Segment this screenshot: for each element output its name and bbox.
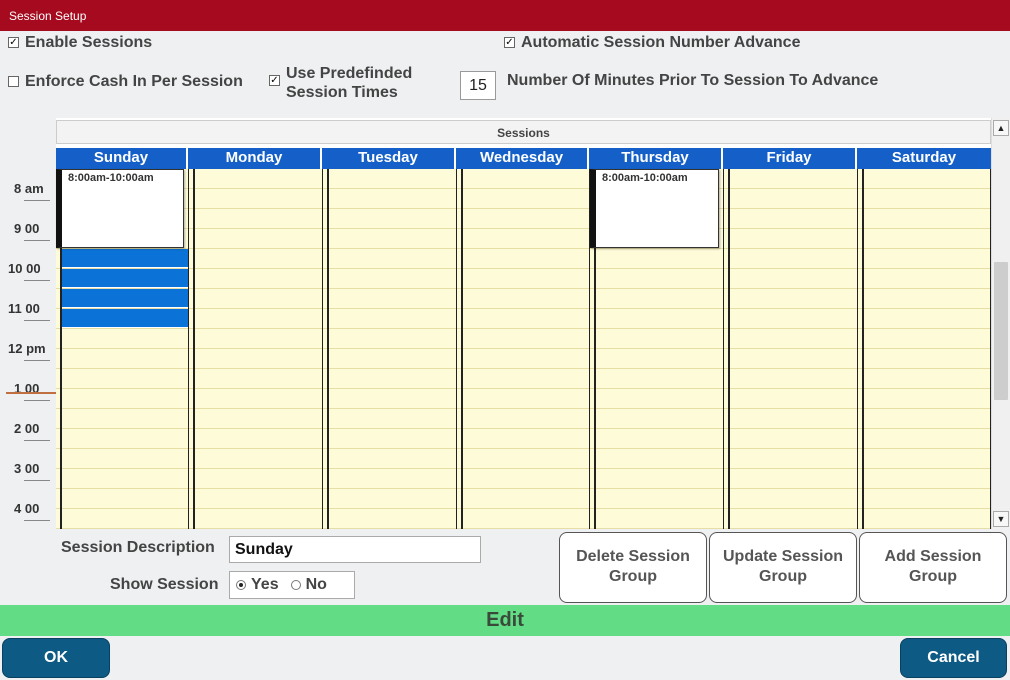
minutes-prior-input[interactable]: 15 (460, 71, 496, 100)
time-slot: 4 00 (0, 489, 56, 529)
show-session-yes-radio[interactable]: Yes (236, 576, 279, 594)
enforce-cash-label: Enforce Cash In Per Session (25, 73, 243, 90)
day-header-monday[interactable]: Monday (188, 148, 322, 169)
yes-label: Yes (251, 576, 279, 593)
time-hour: 12 (8, 341, 23, 356)
time-hour: 8 (14, 181, 22, 196)
day-header-wednesday[interactable]: Wednesday (456, 148, 589, 169)
day-header-friday[interactable]: Friday (723, 148, 857, 169)
selected-slot[interactable] (62, 269, 188, 288)
button-label-line1: Delete Session (576, 548, 690, 565)
scroll-up-icon[interactable]: ▲ (993, 120, 1009, 136)
time-hour: 2 (14, 421, 22, 436)
button-label-line2: Group (759, 568, 807, 585)
time-suffix: 00 (24, 221, 40, 236)
selected-slot[interactable] (62, 309, 188, 328)
footer (0, 636, 1010, 680)
minutes-prior-label: Number Of Minutes Prior To Session To Ad… (507, 72, 879, 89)
show-session-label: Show Session (110, 576, 219, 593)
selected-slot[interactable] (62, 249, 188, 268)
predefined-times-label-line2: Session Times (286, 84, 398, 101)
time-slot: 9 00 (0, 209, 56, 249)
enforce-cash-checkbox[interactable]: Enforce Cash In Per Session (8, 72, 243, 91)
session-description-label: Session Description (61, 539, 215, 556)
session-description-input[interactable]: Sunday (229, 536, 481, 563)
radio-selected-icon (236, 580, 246, 590)
cancel-button[interactable]: Cancel (900, 638, 1007, 678)
auto-advance-label: Automatic Session Number Advance (521, 34, 801, 51)
day-header-thursday[interactable]: Thursday (589, 148, 723, 169)
time-hour: 10 (8, 261, 23, 276)
time-suffix: am (24, 181, 44, 196)
day-column-friday[interactable] (728, 169, 858, 529)
time-hour: 9 (14, 221, 22, 236)
delete-session-group-button[interactable]: Delete Session Group (559, 532, 707, 603)
time-hour: 3 (14, 461, 22, 476)
session-event-sunday[interactable]: 8:00am-10:00am (56, 169, 184, 248)
time-suffix: pm (26, 341, 46, 356)
day-column-monday[interactable] (193, 169, 323, 529)
add-session-group-button[interactable]: Add Session Group (859, 532, 1007, 603)
time-hour: 11 (8, 301, 22, 316)
time-suffix: 00 (26, 261, 41, 276)
checkbox-empty-icon (8, 76, 19, 87)
day-header-row: Sunday Monday Tuesday Wednesday Thursday… (56, 148, 991, 169)
time-slot: 8 am (0, 169, 56, 209)
check-icon: ✓ (269, 75, 280, 86)
time-suffix: 00 (25, 301, 40, 316)
time-suffix: 00 (24, 461, 40, 476)
radio-empty-icon (290, 580, 301, 590)
predefined-times-checkbox[interactable]: ✓ Use Predefinded Session Times (269, 64, 412, 102)
scroll-down-icon[interactable]: ▼ (993, 511, 1009, 527)
check-icon: ✓ (8, 37, 19, 48)
day-column-wednesday[interactable] (461, 169, 590, 529)
time-suffix: 00 (24, 421, 40, 436)
no-label: No (305, 576, 327, 593)
ok-button[interactable]: OK (2, 638, 110, 678)
time-slot: 11 00 (0, 289, 56, 329)
calendar-grid[interactable]: 8:00am-10:00am 8:00am-10:00am (56, 169, 991, 529)
time-slot: 3 00 (0, 449, 56, 489)
time-slot: 1 00 (0, 369, 56, 409)
enable-sessions-checkbox[interactable]: ✓ Enable Sessions (8, 33, 152, 52)
time-gutter: 8 am 9 00 10 00 11 00 12 pm 1 00 2 00 3 … (0, 118, 56, 529)
button-label-line1: Add Session (884, 548, 982, 565)
session-calendar: 8 am 9 00 10 00 11 00 12 pm 1 00 2 00 3 … (0, 118, 1010, 529)
time-suffix: 00 (24, 501, 40, 516)
current-time-indicator (6, 392, 56, 394)
session-event-thursday[interactable]: 8:00am-10:00am (590, 169, 719, 248)
selected-slot[interactable] (62, 289, 188, 308)
day-header-sunday[interactable]: Sunday (56, 148, 188, 169)
button-label-line1: Update Session (722, 548, 844, 565)
check-icon: ✓ (504, 37, 515, 48)
time-slot: 10 00 (0, 249, 56, 289)
show-session-radio-group: Yes No (229, 571, 355, 599)
day-column-saturday[interactable] (862, 169, 991, 529)
window-title: Session Setup (0, 0, 1010, 31)
mode-bar: Edit (0, 605, 1010, 636)
sessions-header: Sessions (56, 120, 991, 144)
vertical-scrollbar[interactable]: ▲ ▼ (991, 118, 1010, 529)
predefined-times-label-line1: Use Predefinded (286, 65, 413, 82)
day-header-tuesday[interactable]: Tuesday (322, 148, 456, 169)
time-hour: 4 (14, 501, 22, 516)
day-header-saturday[interactable]: Saturday (857, 148, 991, 169)
update-session-group-button[interactable]: Update Session Group (709, 532, 857, 603)
time-slot: 2 00 (0, 409, 56, 449)
time-slot: 12 pm (0, 329, 56, 369)
auto-advance-checkbox[interactable]: ✓ Automatic Session Number Advance (504, 33, 800, 52)
day-column-tuesday[interactable] (327, 169, 457, 529)
scroll-thumb[interactable] (994, 262, 1008, 400)
enable-sessions-label: Enable Sessions (25, 34, 153, 51)
show-session-no-radio[interactable]: No (290, 576, 327, 594)
button-label-line2: Group (609, 568, 657, 585)
button-label-line2: Group (909, 568, 957, 585)
